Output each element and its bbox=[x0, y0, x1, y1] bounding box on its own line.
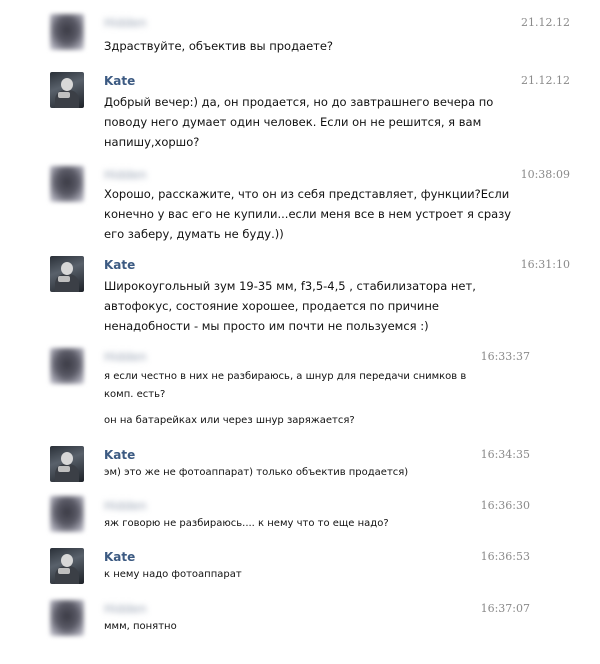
sender-name[interactable]: Kate bbox=[104, 74, 135, 88]
message-line: конечно у вас его не купили...если меня … bbox=[104, 207, 512, 221]
sender-name[interactable]: Kate bbox=[104, 258, 135, 272]
message-line: эм) это же не фотоаппарат) только объект… bbox=[104, 467, 409, 478]
message-timestamp: 16:36:30 bbox=[480, 499, 530, 512]
message-timestamp: 16:33:37 bbox=[480, 350, 530, 363]
message-line: Здраствуйте, объектив вы продаете? bbox=[104, 39, 334, 53]
message-line: автофокус, состояние хорошее, продается … bbox=[104, 299, 439, 313]
message-text: Здраствуйте, объектив вы продаете? bbox=[104, 36, 333, 56]
avatar[interactable] bbox=[50, 348, 84, 384]
avatar[interactable] bbox=[50, 14, 84, 50]
sender-name-hidden[interactable]: Hidden bbox=[104, 602, 147, 616]
message-text: Добрый вечер:) да, он продается, но до з… bbox=[104, 92, 493, 152]
sender-name-hidden[interactable]: Hidden bbox=[104, 350, 147, 364]
message-line: я если честно в них не разбираюсь, а шну… bbox=[104, 371, 467, 382]
message-line: поводу него думает один человек. Если он… bbox=[104, 115, 482, 129]
message-timestamp: 21.12.12 bbox=[521, 16, 570, 29]
message-text-followup: он на батарейках или через шнур заряжает… bbox=[104, 415, 355, 426]
message-text: к нему надо фотоаппарат bbox=[104, 566, 242, 584]
chat-history: Hidden 21.12.12 Здраствуйте, объектив вы… bbox=[0, 0, 600, 664]
avatar[interactable] bbox=[50, 446, 84, 482]
message-text: я если честно в них не разбираюсь, а шну… bbox=[104, 368, 466, 404]
message-text: Хорошо, расскажите, что он из себя предс… bbox=[104, 184, 511, 244]
message-text: эм) это же не фотоаппарат) только объект… bbox=[104, 464, 408, 482]
message-line: его заберу, думать не буду.)) bbox=[104, 227, 284, 241]
sender-name[interactable]: Kate bbox=[104, 448, 135, 462]
avatar[interactable] bbox=[50, 600, 84, 636]
message-line: ненадобности - мы просто им почти не пол… bbox=[104, 319, 429, 333]
message-timestamp: 10:38:09 bbox=[520, 168, 570, 181]
sender-name-hidden[interactable]: Hidden bbox=[104, 499, 147, 513]
message-line: комп. есть? bbox=[104, 389, 166, 400]
message-text: Широкоугольный зум 19-35 мм, f3,5-4,5 , … bbox=[104, 276, 476, 336]
message-line: напишу,хоршо? bbox=[104, 135, 200, 149]
message-timestamp: 16:31:10 bbox=[520, 258, 570, 271]
sender-name-hidden[interactable]: Hidden bbox=[104, 168, 147, 182]
message-text: ммм, понятно bbox=[104, 618, 177, 636]
avatar[interactable] bbox=[50, 496, 84, 532]
avatar[interactable] bbox=[50, 256, 84, 292]
message-line: ммм, понятно bbox=[104, 621, 177, 632]
avatar[interactable] bbox=[50, 548, 84, 584]
message-timestamp: 16:36:53 bbox=[480, 550, 530, 563]
message-timestamp: 16:34:35 bbox=[480, 448, 530, 461]
message-timestamp: 21.12.12 bbox=[521, 74, 570, 87]
message-line: Хорошо, расскажите, что он из себя предс… bbox=[104, 187, 510, 201]
message-line: Широкоугольный зум 19-35 мм, f3,5-4,5 , … bbox=[104, 279, 476, 293]
message-timestamp: 16:37:07 bbox=[480, 602, 530, 615]
avatar[interactable] bbox=[50, 166, 84, 202]
message-line: к нему надо фотоаппарат bbox=[104, 569, 242, 580]
sender-name[interactable]: Kate bbox=[104, 550, 135, 564]
avatar[interactable] bbox=[50, 72, 84, 108]
message-text: яж говорю не разбираюсь.... к нему что т… bbox=[104, 515, 389, 533]
message-line: яж говорю не разбираюсь.... к нему что т… bbox=[104, 518, 389, 529]
sender-name-hidden[interactable]: Hidden bbox=[104, 16, 147, 30]
message-line: Добрый вечер:) да, он продается, но до з… bbox=[104, 95, 494, 109]
